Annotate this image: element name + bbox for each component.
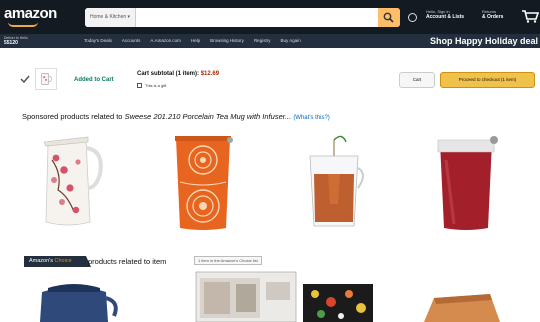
sponsored-product-name[interactable]: Sweese 201.210 Porcelain Tea Mug with In… [125, 112, 292, 121]
search-category-dropdown[interactable]: Home & Kitchen ▾ [85, 8, 137, 27]
subnav-link[interactable]: Registry [254, 38, 271, 44]
product-image-wooden-tray[interactable] [420, 292, 504, 322]
amazons-choice-badge: Amazon's Choice [24, 256, 91, 267]
whats-this-link[interactable]: (What's this?) [293, 115, 330, 121]
subtotal-label: Cart subtotal (1 item): [137, 71, 200, 77]
choice-tooltip: 1 item in the Amazon's Choice list [194, 256, 262, 265]
search-button[interactable] [378, 8, 400, 27]
deliver-to-location[interactable]: Deliver to Hello 55120 [4, 36, 28, 46]
subnav-links: Today's Deals Accounts A.Amazon.com Help… [84, 38, 311, 44]
subnav-link[interactable]: Help [191, 38, 200, 44]
added-to-cart-label: Added to Cart [74, 77, 114, 83]
account-lists-menu[interactable]: Hello, Sign in Account & Lists [426, 9, 464, 21]
holiday-deals-banner[interactable]: Shop Happy Holiday deal [430, 35, 538, 47]
subnav-link[interactable]: Browsing History [210, 38, 244, 44]
check-icon [20, 75, 30, 84]
nav-sub-bar: Deliver to Hello 55120 Today's Deals Acc… [0, 34, 540, 48]
gift-label: This is a gift [145, 83, 167, 88]
gift-option[interactable]: This is a gift [137, 83, 166, 88]
product-image-floral-mug[interactable] [34, 130, 114, 235]
gift-checkbox[interactable] [137, 83, 142, 88]
cart-icon[interactable] [521, 9, 540, 25]
product-image-glass-cup[interactable] [298, 130, 368, 235]
logo-smile-icon [8, 22, 38, 27]
deliver-zip: 55120 [4, 40, 18, 46]
product-image-tea-set[interactable] [190, 268, 302, 322]
nav-top-bar: amazon Home & Kitchen ▾ Hello, Sign in A… [0, 0, 540, 34]
product-image-orange-mug[interactable] [166, 130, 246, 235]
search-icon [383, 12, 394, 23]
subnav-link[interactable]: Buy Again [280, 38, 300, 44]
orders-label: & Orders [482, 14, 504, 20]
choice-badge-amazon: Amazon's [29, 258, 53, 264]
subnav-link[interactable]: Today's Deals [84, 38, 112, 44]
globe-icon[interactable] [408, 13, 417, 22]
sponsored-prefix: Sponsored products related to [22, 112, 125, 121]
returns-orders-link[interactable]: Returns & Orders [482, 9, 503, 21]
subtotal-price: $12.69 [200, 71, 220, 77]
amazon-logo[interactable]: amazon [4, 5, 57, 22]
subnav-link[interactable]: Accounts [122, 38, 141, 44]
choice-badge-choice: Choice [54, 258, 72, 264]
proceed-to-checkout-button[interactable]: Proceed to checkout (1 item) [440, 72, 535, 88]
product-image-red-mug[interactable] [428, 130, 508, 235]
product-image-blue-teapot[interactable] [28, 282, 120, 322]
subnav-link[interactable]: A.Amazon.com [150, 38, 181, 44]
cart-subtotal: Cart subtotal (1 item): $12.69 [137, 71, 219, 77]
cart-item-thumbnail[interactable] [35, 68, 57, 90]
product-image-floral-box[interactable] [303, 284, 373, 322]
account-label: Account & Lists [426, 14, 465, 20]
cart-button[interactable]: Cart [399, 72, 435, 88]
search-bar[interactable]: Home & Kitchen ▾ [85, 8, 400, 27]
search-category-label: Home & Kitchen [90, 14, 127, 20]
sponsored-heading: Sponsored products related to Sweese 201… [22, 112, 330, 121]
choice-heading: products related to item [88, 257, 167, 266]
